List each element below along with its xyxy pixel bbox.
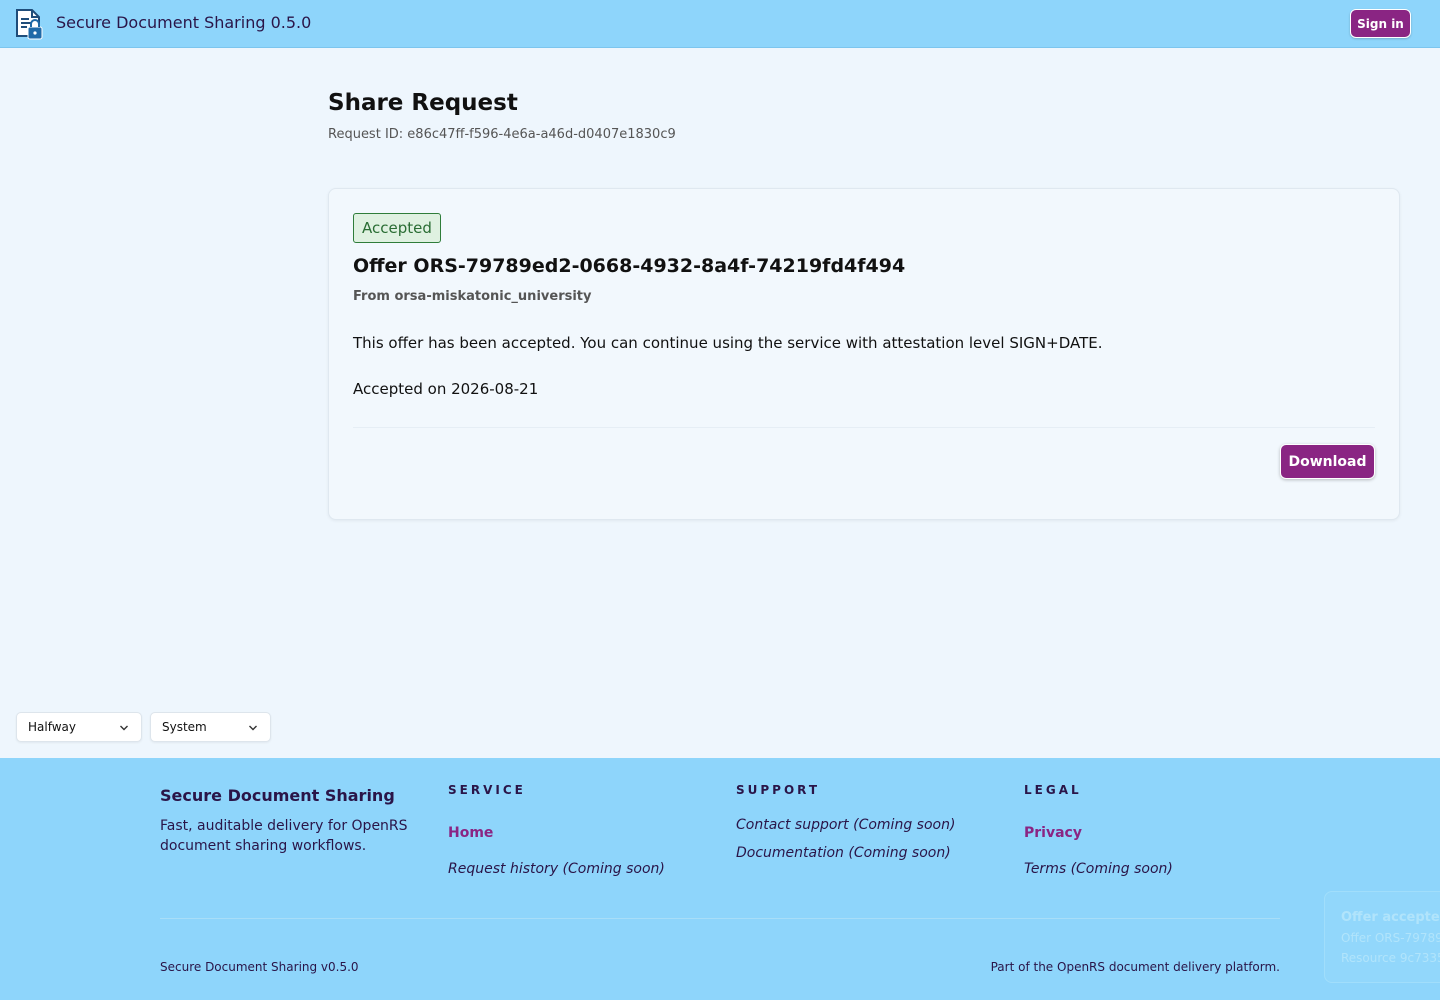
footer-link-terms[interactable]: Terms (Coming soon) bbox=[1024, 861, 1173, 877]
footer-link-contact-support[interactable]: Contact support (Coming soon) bbox=[736, 817, 955, 833]
footer-support-title: SUPPORT bbox=[736, 783, 821, 797]
request-id: Request ID: e86c47ff-f596-4e6a-a46d-d040… bbox=[328, 127, 676, 142]
accepted-date: Accepted on 2026-08-21 bbox=[353, 380, 539, 398]
footer-link-request-history[interactable]: Request history (Coming soon) bbox=[448, 861, 665, 877]
offer-title: Offer ORS-79789ed2-0668-4932-8a4f-74219f… bbox=[353, 255, 906, 277]
footer-divider bbox=[160, 918, 1280, 919]
sign-in-button[interactable]: Sign in bbox=[1350, 9, 1411, 38]
download-button[interactable]: Download bbox=[1280, 444, 1375, 479]
offer-card: Accepted Offer ORS-79789ed2-0668-4932-8a… bbox=[328, 188, 1400, 520]
theme-select[interactable]: System bbox=[150, 712, 271, 742]
top-bar: Secure Document Sharing 0.5.0 Sign in bbox=[0, 0, 1440, 48]
footer: Secure Document Sharing Fast, auditable … bbox=[0, 758, 1440, 1000]
toast-resource-line: Resource 9c7335 bbox=[1341, 951, 1440, 965]
footer-platform: Part of the OpenRS document delivery pla… bbox=[990, 960, 1280, 974]
mode-select[interactable]: Halfway bbox=[16, 712, 142, 742]
footer-brand: Secure Document Sharing bbox=[160, 786, 395, 805]
footer-legal-title: LEGAL bbox=[1024, 783, 1082, 797]
footer-link-documentation[interactable]: Documentation (Coming soon) bbox=[736, 845, 951, 861]
toast-notification[interactable]: Offer accepted Offer ORS-79789e Resource… bbox=[1324, 891, 1440, 983]
chevron-down-icon bbox=[120, 725, 128, 731]
footer-version: Secure Document Sharing v0.5.0 bbox=[160, 960, 359, 974]
toast-offer-line: Offer ORS-79789e bbox=[1341, 931, 1440, 945]
status-badge: Accepted bbox=[353, 213, 441, 243]
footer-service-title: SERVICE bbox=[448, 783, 526, 797]
offer-message: This offer has been accepted. You can co… bbox=[353, 334, 1103, 352]
mode-select-value: Halfway bbox=[28, 720, 76, 734]
card-divider bbox=[353, 427, 1375, 428]
app-title: Secure Document Sharing 0.5.0 bbox=[56, 13, 312, 32]
footer-tagline: Fast, auditable delivery for OpenRS docu… bbox=[160, 818, 408, 854]
offer-from: From orsa-miskatonic_university bbox=[353, 289, 592, 304]
toast-title: Offer accepted bbox=[1341, 910, 1440, 925]
theme-select-value: System bbox=[162, 720, 207, 734]
footer-link-home[interactable]: Home bbox=[448, 825, 493, 841]
chevron-down-icon bbox=[249, 725, 257, 731]
document-lock-icon[interactable] bbox=[13, 8, 45, 40]
footer-link-privacy[interactable]: Privacy bbox=[1024, 825, 1082, 841]
page-title: Share Request bbox=[328, 90, 518, 116]
